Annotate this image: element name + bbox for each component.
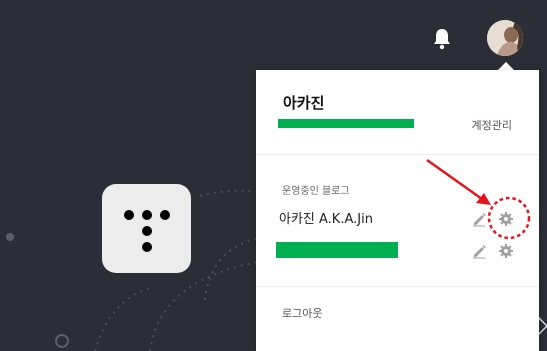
- pencil-icon[interactable]: [471, 211, 487, 227]
- account-manage-link[interactable]: 계정관리: [472, 117, 512, 133]
- avatar[interactable]: [487, 20, 523, 56]
- profile-photo: [487, 20, 523, 56]
- pencil-icon[interactable]: [471, 243, 487, 259]
- blog-name-1[interactable]: 아카진 A.K.A.Jin: [279, 208, 373, 227]
- logout-link[interactable]: 로그아웃: [282, 305, 322, 321]
- tistory-logo: [102, 184, 191, 273]
- blog-name-2-redacted[interactable]: [276, 242, 398, 258]
- logo-dot: [142, 210, 152, 220]
- logo-dot: [142, 226, 152, 236]
- divider: [256, 154, 539, 155]
- account-dropdown: 아카진 ·······@·········· 계정관리 운영중인 블로그 아카진…: [256, 70, 539, 351]
- bell-icon[interactable]: [432, 28, 452, 50]
- logo-dot: [142, 242, 152, 252]
- gear-icon[interactable]: [498, 243, 514, 259]
- logo-dot: [160, 210, 170, 220]
- tistory-page: 아카진 ·······@·········· 계정관리 운영중인 블로그 아카진…: [0, 0, 547, 351]
- operating-blogs-label: 운영중인 블로그: [282, 186, 350, 197]
- divider: [256, 286, 539, 287]
- user-name: 아카진: [283, 94, 325, 112]
- gear-icon[interactable]: [498, 211, 514, 227]
- logo-dot: [124, 210, 134, 220]
- email-redaction: [278, 119, 414, 128]
